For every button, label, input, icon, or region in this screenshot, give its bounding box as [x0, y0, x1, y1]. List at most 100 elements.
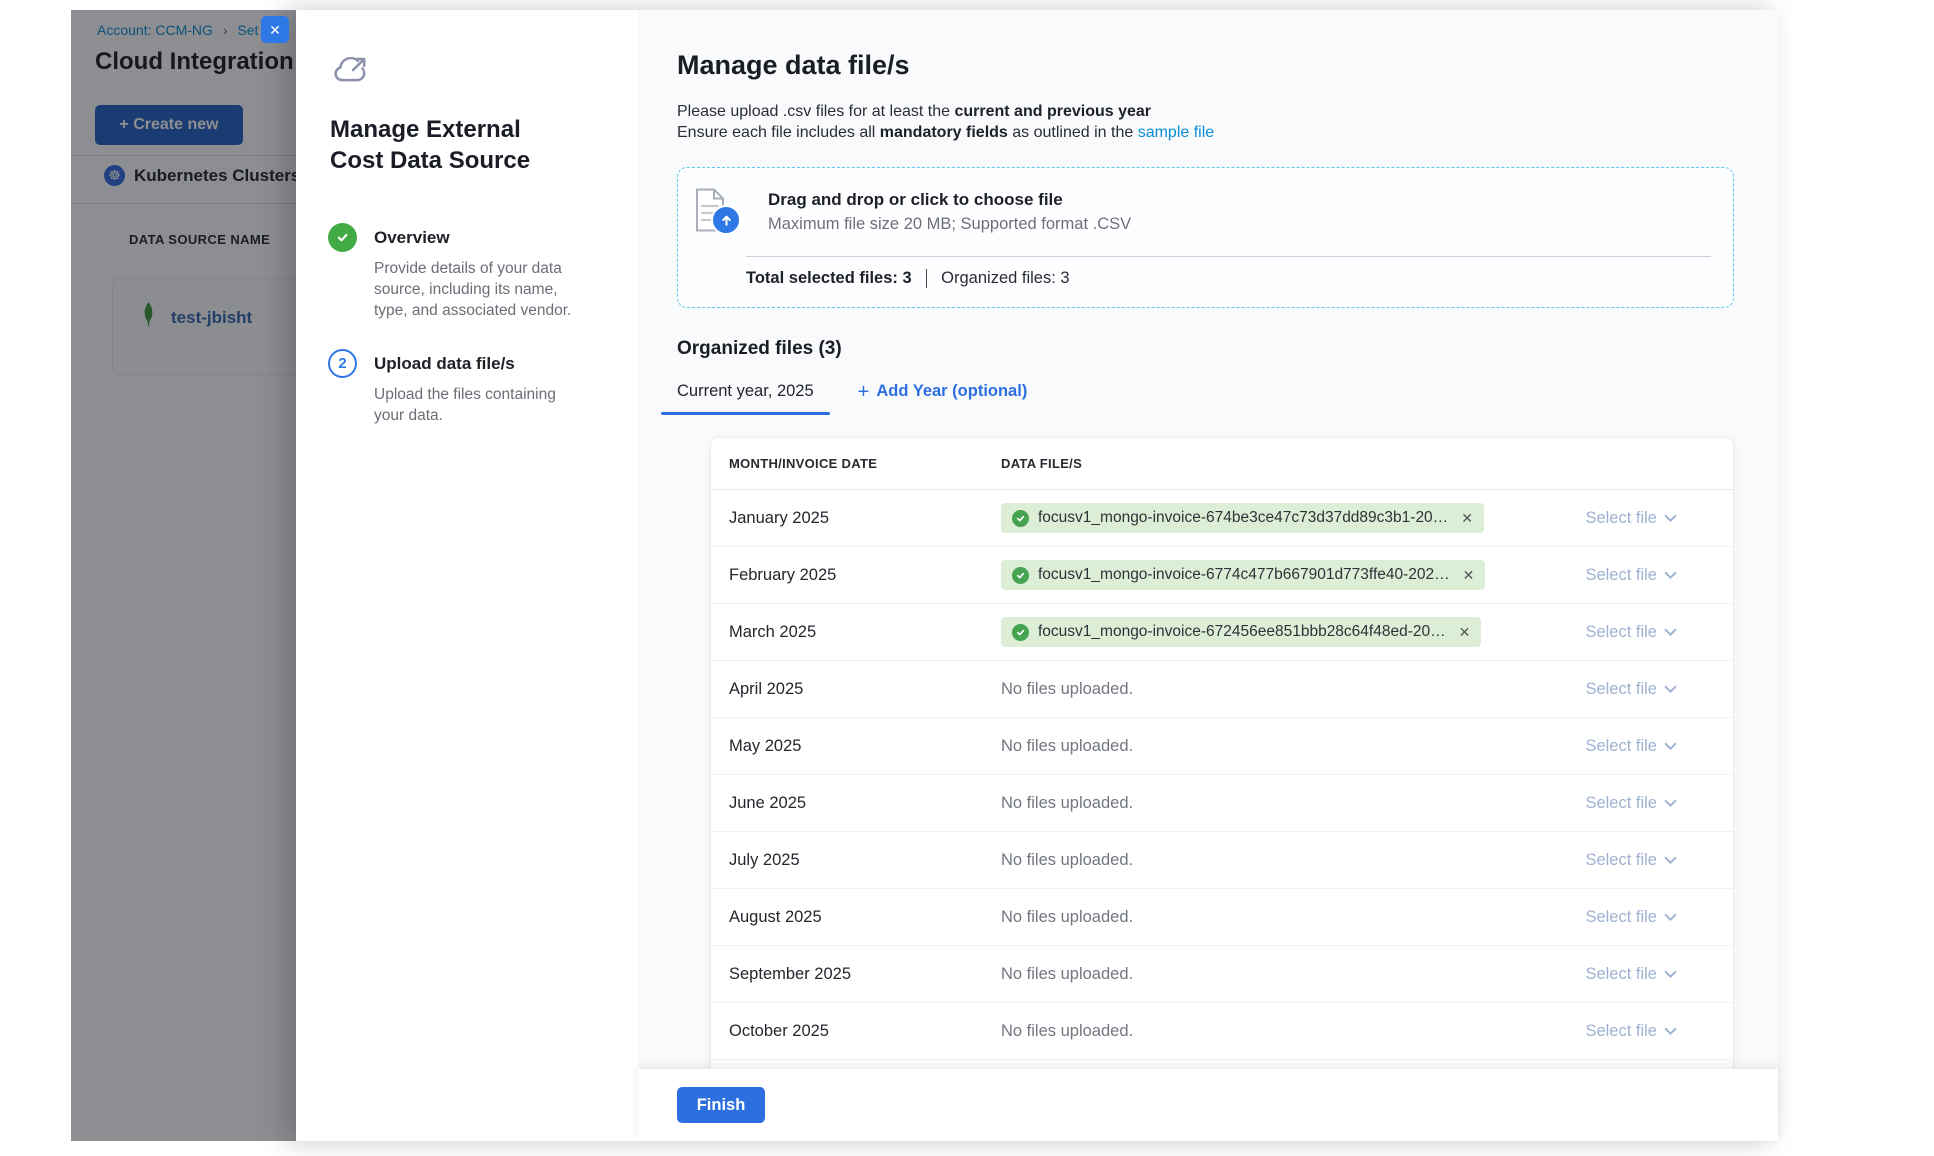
chevron-down-icon [1664, 1027, 1677, 1036]
table-row: August 2025 No files uploaded. Select fi… [711, 889, 1733, 946]
month-rows: January 2025 focusv1_mongo-invoice-674be… [711, 490, 1733, 1060]
table-row: September 2025 No files uploaded. Select… [711, 946, 1733, 1003]
add-year-button[interactable]: + Add Year (optional) [858, 382, 1028, 410]
select-file-dropdown[interactable]: Select file [1585, 851, 1677, 870]
month-label: June 2025 [729, 794, 806, 812]
select-file-label: Select file [1585, 965, 1657, 984]
sample-file-link[interactable]: sample file [1138, 124, 1214, 141]
instruction-bold: current and previous year [954, 103, 1151, 120]
finish-button[interactable]: Finish [677, 1087, 765, 1123]
empty-text: No files uploaded. [1001, 908, 1133, 926]
table-row: October 2025 No files uploaded. Select f… [711, 1003, 1733, 1060]
select-file-label: Select file [1585, 1022, 1657, 1041]
chevron-down-icon [1664, 970, 1677, 979]
plus-icon: + [858, 382, 870, 402]
background-page: Account: CCM-NG › Set Cloud Integration … [71, 10, 296, 1141]
select-file-dropdown[interactable]: Select file [1585, 623, 1677, 642]
year-tabs: Current year, 2025 + Add Year (optional) [661, 376, 1734, 415]
month-label: October 2025 [729, 1022, 829, 1040]
table-row: May 2025 No files uploaded. Select file [711, 718, 1733, 775]
check-circle-icon [1012, 510, 1029, 527]
file-chip-label: focusv1_mongo-invoice-674be3ce47c73d37dd… [1038, 509, 1448, 527]
close-button[interactable]: ✕ [261, 16, 289, 43]
chevron-down-icon [1664, 799, 1677, 808]
empty-text: No files uploaded. [1001, 851, 1133, 869]
instruction-text: Ensure each file includes all [677, 124, 880, 141]
chevron-down-icon [1664, 856, 1677, 865]
select-file-label: Select file [1585, 851, 1657, 870]
data-file-column-header: DATA FILE/S [1001, 456, 1503, 471]
select-file-label: Select file [1585, 623, 1657, 642]
organized-files-heading: Organized files (3) [677, 338, 1734, 360]
remove-file-icon[interactable]: ✕ [1459, 624, 1471, 641]
app-window: Account: CCM-NG › Set Cloud Integration … [71, 10, 1778, 1141]
chevron-down-icon [1664, 913, 1677, 922]
month-label: September 2025 [729, 965, 851, 983]
select-file-label: Select file [1585, 794, 1657, 813]
step-overview[interactable]: Overview Provide details of your data so… [328, 223, 588, 321]
dropzone-title: Drag and drop or click to choose file [768, 188, 1131, 210]
table-row: April 2025 No files uploaded. Select fil… [711, 661, 1733, 718]
remove-file-icon[interactable]: ✕ [1463, 567, 1475, 584]
month-label: February 2025 [729, 566, 836, 584]
table-header-row: MONTH/INVOICE DATE DATA FILE/S [711, 438, 1733, 490]
add-year-label: Add Year (optional) [876, 382, 1027, 401]
wizard-title: Manage External Cost Data Source [330, 114, 580, 176]
select-file-dropdown[interactable]: Select file [1585, 737, 1677, 756]
dropzone-subtitle: Maximum file size 20 MB; Supported forma… [768, 215, 1131, 234]
table-row: July 2025 No files uploaded. Select file [711, 832, 1733, 889]
upload-panel: Manage data file/s Please upload .csv fi… [638, 10, 1778, 1141]
step-upload[interactable]: 2 Upload data file/s Upload the files co… [328, 349, 588, 426]
instruction-bold: mandatory fields [880, 124, 1008, 141]
table-row: February 2025 focusv1_mongo-invoice-6774… [711, 547, 1733, 604]
month-label: April 2025 [729, 680, 803, 698]
step-complete-check-icon [328, 223, 357, 252]
drawer-footer: Finish [638, 1069, 1778, 1141]
divider [746, 256, 1711, 257]
upload-file-icon [694, 188, 746, 240]
month-label: May 2025 [729, 737, 801, 755]
step-overview-description: Provide details of your data source, inc… [374, 258, 588, 321]
select-file-dropdown[interactable]: Select file [1585, 794, 1677, 813]
file-dropzone[interactable]: Drag and drop or click to choose file Ma… [677, 167, 1734, 308]
step-upload-description: Upload the files containing your data. [374, 384, 588, 426]
stepper-panel: Manage External Cost Data Source Overvie… [296, 10, 638, 1141]
select-file-dropdown[interactable]: Select file [1585, 1022, 1677, 1041]
empty-text: No files uploaded. [1001, 680, 1133, 698]
table-row: March 2025 focusv1_mongo-invoice-672456e… [711, 604, 1733, 661]
instruction-text: as outlined in the [1008, 124, 1138, 141]
month-column-header: MONTH/INVOICE DATE [711, 456, 1001, 471]
cloud-export-icon [332, 53, 370, 90]
upload-instructions: Please upload .csv files for at least th… [677, 101, 1734, 143]
chevron-down-icon [1664, 742, 1677, 751]
select-file-label: Select file [1585, 566, 1657, 585]
modal-overlay [71, 10, 296, 1141]
remove-file-icon[interactable]: ✕ [1461, 510, 1473, 527]
table-row: January 2025 focusv1_mongo-invoice-674be… [711, 490, 1733, 547]
month-label: March 2025 [729, 623, 816, 641]
file-chip-label: focusv1_mongo-invoice-6774c477b667901d77… [1038, 566, 1450, 584]
empty-text: No files uploaded. [1001, 737, 1133, 755]
month-label: July 2025 [729, 851, 800, 869]
select-file-dropdown[interactable]: Select file [1585, 908, 1677, 927]
step-number-badge: 2 [328, 349, 357, 378]
month-label: August 2025 [729, 908, 822, 926]
select-file-label: Select file [1585, 908, 1657, 927]
select-file-dropdown[interactable]: Select file [1585, 509, 1677, 528]
select-file-dropdown[interactable]: Select file [1585, 566, 1677, 585]
manage-data-source-drawer: Manage External Cost Data Source Overvie… [296, 10, 1778, 1141]
check-circle-icon [1012, 567, 1029, 584]
month-label: January 2025 [729, 509, 829, 527]
chevron-down-icon [1664, 571, 1677, 580]
tab-current-year[interactable]: Current year, 2025 [661, 376, 830, 415]
instruction-text: Please upload .csv files for at least th… [677, 103, 954, 120]
organized-files-count: Organized files: 3 [941, 269, 1069, 288]
select-file-dropdown[interactable]: Select file [1585, 965, 1677, 984]
select-file-dropdown[interactable]: Select file [1585, 680, 1677, 699]
select-file-label: Select file [1585, 680, 1657, 699]
file-chip: focusv1_mongo-invoice-6774c477b667901d77… [1001, 560, 1485, 590]
select-file-label: Select file [1585, 737, 1657, 756]
divider [926, 269, 928, 288]
step-upload-label: Upload data file/s [374, 349, 588, 378]
empty-text: No files uploaded. [1001, 1022, 1133, 1040]
